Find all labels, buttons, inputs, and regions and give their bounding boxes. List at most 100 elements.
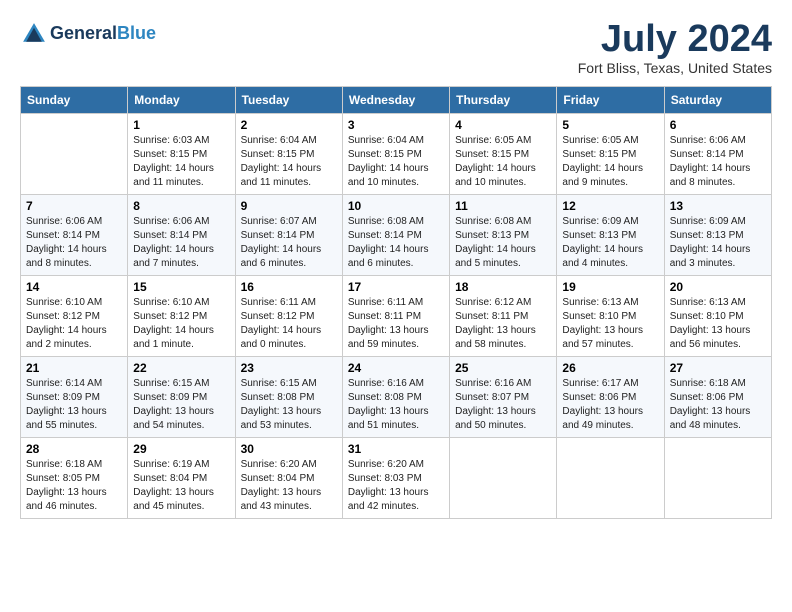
day-info: Sunrise: 6:18 AMSunset: 8:05 PMDaylight:…: [26, 458, 122, 514]
day-info: Sunrise: 6:05 AMSunset: 8:15 PMDaylight:…: [455, 134, 551, 190]
calendar-cell: 20 Sunrise: 6:13 AMSunset: 8:10 PMDayligh…: [664, 276, 771, 357]
calendar-cell: 13 Sunrise: 6:09 AMSunset: 8:13 PMDayligh…: [664, 195, 771, 276]
calendar-cell: 5 Sunrise: 6:05 AMSunset: 8:15 PMDaylight…: [557, 114, 664, 195]
day-info: Sunrise: 6:10 AMSunset: 8:12 PMDaylight:…: [26, 296, 122, 352]
calendar-week-1: 1 Sunrise: 6:03 AMSunset: 8:15 PMDaylight…: [21, 114, 772, 195]
calendar-week-5: 28 Sunrise: 6:18 AMSunset: 8:05 PMDayligh…: [21, 438, 772, 519]
calendar-cell: 30 Sunrise: 6:20 AMSunset: 8:04 PMDayligh…: [235, 438, 342, 519]
weekday-header-thursday: Thursday: [450, 87, 557, 114]
calendar-cell: 4 Sunrise: 6:05 AMSunset: 8:15 PMDaylight…: [450, 114, 557, 195]
day-number: 16: [241, 280, 337, 294]
title-block: July 2024 Fort Bliss, Texas, United Stat…: [578, 20, 772, 76]
day-info: Sunrise: 6:11 AMSunset: 8:12 PMDaylight:…: [241, 296, 337, 352]
day-info: Sunrise: 6:13 AMSunset: 8:10 PMDaylight:…: [670, 296, 766, 352]
calendar-week-3: 14 Sunrise: 6:10 AMSunset: 8:12 PMDayligh…: [21, 276, 772, 357]
day-number: 17: [348, 280, 444, 294]
day-number: 4: [455, 118, 551, 132]
day-number: 30: [241, 442, 337, 456]
day-info: Sunrise: 6:15 AMSunset: 8:08 PMDaylight:…: [241, 377, 337, 433]
day-number: 29: [133, 442, 229, 456]
day-number: 26: [562, 361, 658, 375]
calendar-cell: [450, 438, 557, 519]
calendar-cell: 8 Sunrise: 6:06 AMSunset: 8:14 PMDaylight…: [128, 195, 235, 276]
day-info: Sunrise: 6:08 AMSunset: 8:13 PMDaylight:…: [455, 215, 551, 271]
day-number: 22: [133, 361, 229, 375]
day-number: 27: [670, 361, 766, 375]
calendar-cell: 2 Sunrise: 6:04 AMSunset: 8:15 PMDaylight…: [235, 114, 342, 195]
day-info: Sunrise: 6:03 AMSunset: 8:15 PMDaylight:…: [133, 134, 229, 190]
calendar-cell: 6Sunrise: 6:06 AMSunset: 8:14 PMDaylight…: [664, 114, 771, 195]
calendar-cell: 23 Sunrise: 6:15 AMSunset: 8:08 PMDayligh…: [235, 357, 342, 438]
weekday-header-sunday: Sunday: [21, 87, 128, 114]
calendar-cell: 22 Sunrise: 6:15 AMSunset: 8:09 PMDayligh…: [128, 357, 235, 438]
calendar-cell: 24Sunrise: 6:16 AMSunset: 8:08 PMDayligh…: [342, 357, 449, 438]
calendar-cell: 28 Sunrise: 6:18 AMSunset: 8:05 PMDayligh…: [21, 438, 128, 519]
calendar-week-2: 7 Sunrise: 6:06 AMSunset: 8:14 PMDaylight…: [21, 195, 772, 276]
day-number: 10: [348, 199, 444, 213]
logo: GeneralBlue: [20, 20, 156, 48]
day-info: Sunrise: 6:17 AMSunset: 8:06 PMDaylight:…: [562, 377, 658, 433]
day-number: 5: [562, 118, 658, 132]
calendar-cell: 14 Sunrise: 6:10 AMSunset: 8:12 PMDayligh…: [21, 276, 128, 357]
weekday-header-monday: Monday: [128, 87, 235, 114]
day-info: Sunrise: 6:04 AMSunset: 8:15 PMDaylight:…: [241, 134, 337, 190]
day-number: 13: [670, 199, 766, 213]
day-info: Sunrise: 6:06 AMSunset: 8:14 PMDaylight:…: [133, 215, 229, 271]
day-info: Sunrise: 6:20 AMSunset: 8:04 PMDaylight:…: [241, 458, 337, 514]
calendar-cell: 3Sunrise: 6:04 AMSunset: 8:15 PMDaylight…: [342, 114, 449, 195]
day-number: 2: [241, 118, 337, 132]
day-number: 25: [455, 361, 551, 375]
day-number: 7: [26, 199, 122, 213]
day-info: Sunrise: 6:20 AMSunset: 8:03 PMDaylight:…: [348, 458, 444, 514]
day-number: 1: [133, 118, 229, 132]
day-number: 14: [26, 280, 122, 294]
calendar-cell: 18Sunrise: 6:12 AMSunset: 8:11 PMDayligh…: [450, 276, 557, 357]
calendar-cell: 11 Sunrise: 6:08 AMSunset: 8:13 PMDayligh…: [450, 195, 557, 276]
calendar-cell: 17 Sunrise: 6:11 AMSunset: 8:11 PMDayligh…: [342, 276, 449, 357]
weekday-header-tuesday: Tuesday: [235, 87, 342, 114]
calendar-week-4: 21Sunrise: 6:14 AMSunset: 8:09 PMDayligh…: [21, 357, 772, 438]
day-info: Sunrise: 6:12 AMSunset: 8:11 PMDaylight:…: [455, 296, 551, 352]
calendar-cell: 25 Sunrise: 6:16 AMSunset: 8:07 PMDayligh…: [450, 357, 557, 438]
calendar-cell: 10 Sunrise: 6:08 AMSunset: 8:14 PMDayligh…: [342, 195, 449, 276]
day-number: 23: [241, 361, 337, 375]
day-info: Sunrise: 6:09 AMSunset: 8:13 PMDaylight:…: [670, 215, 766, 271]
page-header: GeneralBlue July 2024 Fort Bliss, Texas,…: [20, 20, 772, 76]
calendar-cell: 12Sunrise: 6:09 AMSunset: 8:13 PMDayligh…: [557, 195, 664, 276]
day-info: Sunrise: 6:16 AMSunset: 8:07 PMDaylight:…: [455, 377, 551, 433]
day-number: 6: [670, 118, 766, 132]
day-number: 19: [562, 280, 658, 294]
weekday-header-saturday: Saturday: [664, 87, 771, 114]
day-info: Sunrise: 6:05 AMSunset: 8:15 PMDaylight:…: [562, 134, 658, 190]
location: Fort Bliss, Texas, United States: [578, 60, 772, 76]
day-number: 31: [348, 442, 444, 456]
day-info: Sunrise: 6:08 AMSunset: 8:14 PMDaylight:…: [348, 215, 444, 271]
calendar-cell: 7 Sunrise: 6:06 AMSunset: 8:14 PMDaylight…: [21, 195, 128, 276]
day-info: Sunrise: 6:11 AMSunset: 8:11 PMDaylight:…: [348, 296, 444, 352]
calendar-cell: [21, 114, 128, 195]
calendar-cell: 16 Sunrise: 6:11 AMSunset: 8:12 PMDayligh…: [235, 276, 342, 357]
calendar-cell: [557, 438, 664, 519]
day-info: Sunrise: 6:10 AMSunset: 8:12 PMDaylight:…: [133, 296, 229, 352]
day-info: Sunrise: 6:04 AMSunset: 8:15 PMDaylight:…: [348, 134, 444, 190]
day-number: 15: [133, 280, 229, 294]
day-number: 28: [26, 442, 122, 456]
month-title: July 2024: [578, 20, 772, 58]
day-info: Sunrise: 6:15 AMSunset: 8:09 PMDaylight:…: [133, 377, 229, 433]
calendar-cell: 15 Sunrise: 6:10 AMSunset: 8:12 PMDayligh…: [128, 276, 235, 357]
logo-text: GeneralBlue: [50, 24, 156, 44]
day-number: 8: [133, 199, 229, 213]
calendar-cell: 9Sunrise: 6:07 AMSunset: 8:14 PMDaylight…: [235, 195, 342, 276]
calendar-cell: 31 Sunrise: 6:20 AMSunset: 8:03 PMDayligh…: [342, 438, 449, 519]
calendar-cell: 1 Sunrise: 6:03 AMSunset: 8:15 PMDaylight…: [128, 114, 235, 195]
calendar-table: SundayMondayTuesdayWednesdayThursdayFrid…: [20, 86, 772, 519]
calendar-cell: 19Sunrise: 6:13 AMSunset: 8:10 PMDayligh…: [557, 276, 664, 357]
day-info: Sunrise: 6:14 AMSunset: 8:09 PMDaylight:…: [26, 377, 122, 433]
day-number: 11: [455, 199, 551, 213]
weekday-header-row: SundayMondayTuesdayWednesdayThursdayFrid…: [21, 87, 772, 114]
day-info: Sunrise: 6:06 AMSunset: 8:14 PMDaylight:…: [26, 215, 122, 271]
weekday-header-friday: Friday: [557, 87, 664, 114]
day-info: Sunrise: 6:18 AMSunset: 8:06 PMDaylight:…: [670, 377, 766, 433]
calendar-cell: 26 Sunrise: 6:17 AMSunset: 8:06 PMDayligh…: [557, 357, 664, 438]
day-number: 20: [670, 280, 766, 294]
